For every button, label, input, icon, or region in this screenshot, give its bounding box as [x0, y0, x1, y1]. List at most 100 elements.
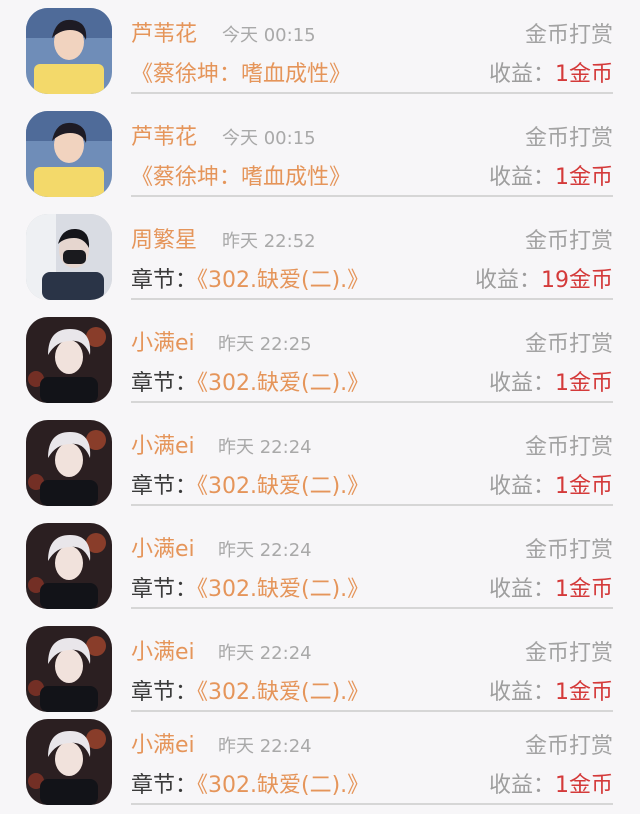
prefix-label: 章节：	[131, 577, 198, 602]
earnings-value: 19金币	[541, 268, 613, 293]
user-name[interactable]: 小满ei	[131, 325, 195, 357]
timestamp: 昨天 22:24	[218, 540, 312, 561]
record-type: 金币打赏	[524, 126, 613, 151]
divider	[131, 92, 613, 94]
record-type: 金币打赏	[524, 332, 613, 357]
avatar[interactable]	[26, 111, 112, 197]
book-title-link[interactable]: 《蔡徐坤：嗜血成性》	[131, 62, 351, 87]
prefix-label: 章节：	[131, 680, 198, 705]
list-item[interactable]: 周繁星 昨天 22:52 金币打赏 章节：《302.缺爱(二).》 收益：19金…	[0, 206, 640, 309]
prefix-label: 章节：	[131, 773, 198, 798]
user-name[interactable]: 小满ei	[131, 727, 195, 759]
chapter-line: 章节：《302.缺爱(二).》	[131, 767, 369, 799]
list-item[interactable]: 小满ei 昨天 22:24 金币打赏 章节：《302.缺爱(二).》 收益：1金…	[0, 412, 640, 515]
earnings-value: 1金币	[555, 577, 613, 602]
list-item[interactable]: 小满ei 昨天 22:25 金币打赏 章节：《302.缺爱(二).》 收益：1金…	[0, 309, 640, 412]
chapter-line: 章节：《302.缺爱(二).》	[131, 468, 369, 500]
record-type: 金币打赏	[524, 435, 613, 460]
avatar-white-hair-image	[26, 317, 112, 403]
prefix-label: 章节：	[131, 371, 198, 396]
record-type: 金币打赏	[524, 538, 613, 563]
avatar[interactable]	[26, 719, 112, 805]
earnings-label: 收益：	[488, 474, 555, 499]
chapter-line: 章节：《302.缺爱(二).》	[131, 262, 369, 294]
user-name[interactable]: 芦苇花	[131, 119, 197, 151]
chapter-title-link[interactable]: 《302.缺爱(二).》	[197, 268, 369, 293]
chapter-title-link[interactable]: 《302.缺爱(二).》	[197, 371, 369, 396]
timestamp: 昨天 22:24	[218, 643, 312, 664]
divider	[131, 803, 613, 805]
prefix-label: 章节：	[131, 474, 198, 499]
divider	[131, 504, 613, 506]
earnings: 收益：1金币	[489, 159, 613, 191]
chapter-line: 章节：《302.缺爱(二).》	[131, 365, 369, 397]
avatar-mask-image	[26, 214, 112, 300]
earnings-label: 收益：	[488, 165, 555, 190]
timestamp: 昨天 22:25	[218, 334, 312, 355]
divider	[131, 401, 613, 403]
timestamp: 今天 00:15	[222, 25, 316, 46]
chapter-title-link[interactable]: 《302.缺爱(二).》	[197, 680, 369, 705]
timestamp: 昨天 22:52	[222, 231, 316, 252]
record-type: 金币打赏	[524, 641, 613, 666]
record-type: 金币打赏	[524, 23, 613, 48]
timestamp: 昨天 22:24	[218, 437, 312, 458]
divider	[131, 607, 613, 609]
list-item[interactable]: 芦苇花 今天 00:15 金币打赏 《蔡徐坤：嗜血成性》 收益：1金币	[0, 103, 640, 206]
chapter-line: 章节：《302.缺爱(二).》	[131, 571, 369, 603]
book-title-link[interactable]: 《蔡徐坤：嗜血成性》	[131, 165, 351, 190]
chapter-title-link[interactable]: 《302.缺爱(二).》	[197, 474, 369, 499]
earnings: 收益：1金币	[489, 767, 613, 799]
user-name[interactable]: 小满ei	[131, 428, 195, 460]
avatar[interactable]	[26, 626, 112, 712]
earnings-value: 1金币	[555, 62, 613, 87]
avatar[interactable]	[26, 317, 112, 403]
chapter-title-link[interactable]: 《302.缺爱(二).》	[197, 577, 369, 602]
earnings: 收益：19金币	[475, 262, 613, 294]
user-name[interactable]: 小满ei	[131, 531, 195, 563]
user-name[interactable]: 周繁星	[131, 222, 197, 254]
divider	[131, 298, 613, 300]
avatar[interactable]	[26, 523, 112, 609]
earnings: 收益：1金币	[489, 571, 613, 603]
chapter-line: 章节：《302.缺爱(二).》	[131, 674, 369, 706]
earnings-value: 1金币	[555, 680, 613, 705]
earnings-label: 收益：	[488, 371, 555, 396]
earnings-label: 收益：	[488, 680, 555, 705]
earnings: 收益：1金币	[489, 468, 613, 500]
list-item[interactable]: 小满ei 昨天 22:24 金币打赏 章节：《302.缺爱(二).》 收益：1金…	[0, 618, 640, 721]
earnings-value: 1金币	[555, 165, 613, 190]
avatar-white-hair-image	[26, 420, 112, 506]
earnings-label: 收益：	[488, 577, 555, 602]
list-item[interactable]: 小满ei 昨天 22:24 金币打赏 章节：《302.缺爱(二).》 收益：1金…	[0, 515, 640, 618]
avatar-white-hair-image	[26, 523, 112, 609]
book-title-line: 《蔡徐坤：嗜血成性》	[131, 159, 351, 191]
timestamp: 今天 00:15	[222, 128, 316, 149]
earnings: 收益：1金币	[489, 674, 613, 706]
reward-record-list: 芦苇花 今天 00:15 金币打赏 《蔡徐坤：嗜血成性》 收益：1金币 芦苇花 …	[0, 0, 640, 814]
record-type: 金币打赏	[524, 734, 613, 759]
book-title-line: 《蔡徐坤：嗜血成性》	[131, 56, 351, 88]
earnings-label: 收益：	[488, 62, 555, 87]
prefix-label: 章节：	[131, 268, 198, 293]
earnings: 收益：1金币	[489, 56, 613, 88]
earnings-value: 1金币	[555, 371, 613, 396]
avatar[interactable]	[26, 214, 112, 300]
timestamp: 昨天 22:24	[218, 736, 312, 757]
record-type: 金币打赏	[524, 229, 613, 254]
avatar[interactable]	[26, 420, 112, 506]
user-name[interactable]: 芦苇花	[131, 16, 197, 48]
earnings-value: 1金币	[555, 474, 613, 499]
list-item[interactable]: 芦苇花 今天 00:15 金币打赏 《蔡徐坤：嗜血成性》 收益：1金币	[0, 0, 640, 103]
user-name[interactable]: 小满ei	[131, 634, 195, 666]
avatar-yellow-image	[26, 8, 112, 94]
list-item[interactable]: 小满ei 昨天 22:24 金币打赏 章节：《302.缺爱(二).》 收益：1金…	[0, 711, 640, 814]
avatar[interactable]	[26, 8, 112, 94]
earnings: 收益：1金币	[489, 365, 613, 397]
chapter-title-link[interactable]: 《302.缺爱(二).》	[197, 773, 369, 798]
earnings-label: 收益：	[474, 268, 541, 293]
avatar-white-hair-image	[26, 719, 112, 805]
avatar-white-hair-image	[26, 626, 112, 712]
earnings-value: 1金币	[555, 773, 613, 798]
earnings-label: 收益：	[488, 773, 555, 798]
